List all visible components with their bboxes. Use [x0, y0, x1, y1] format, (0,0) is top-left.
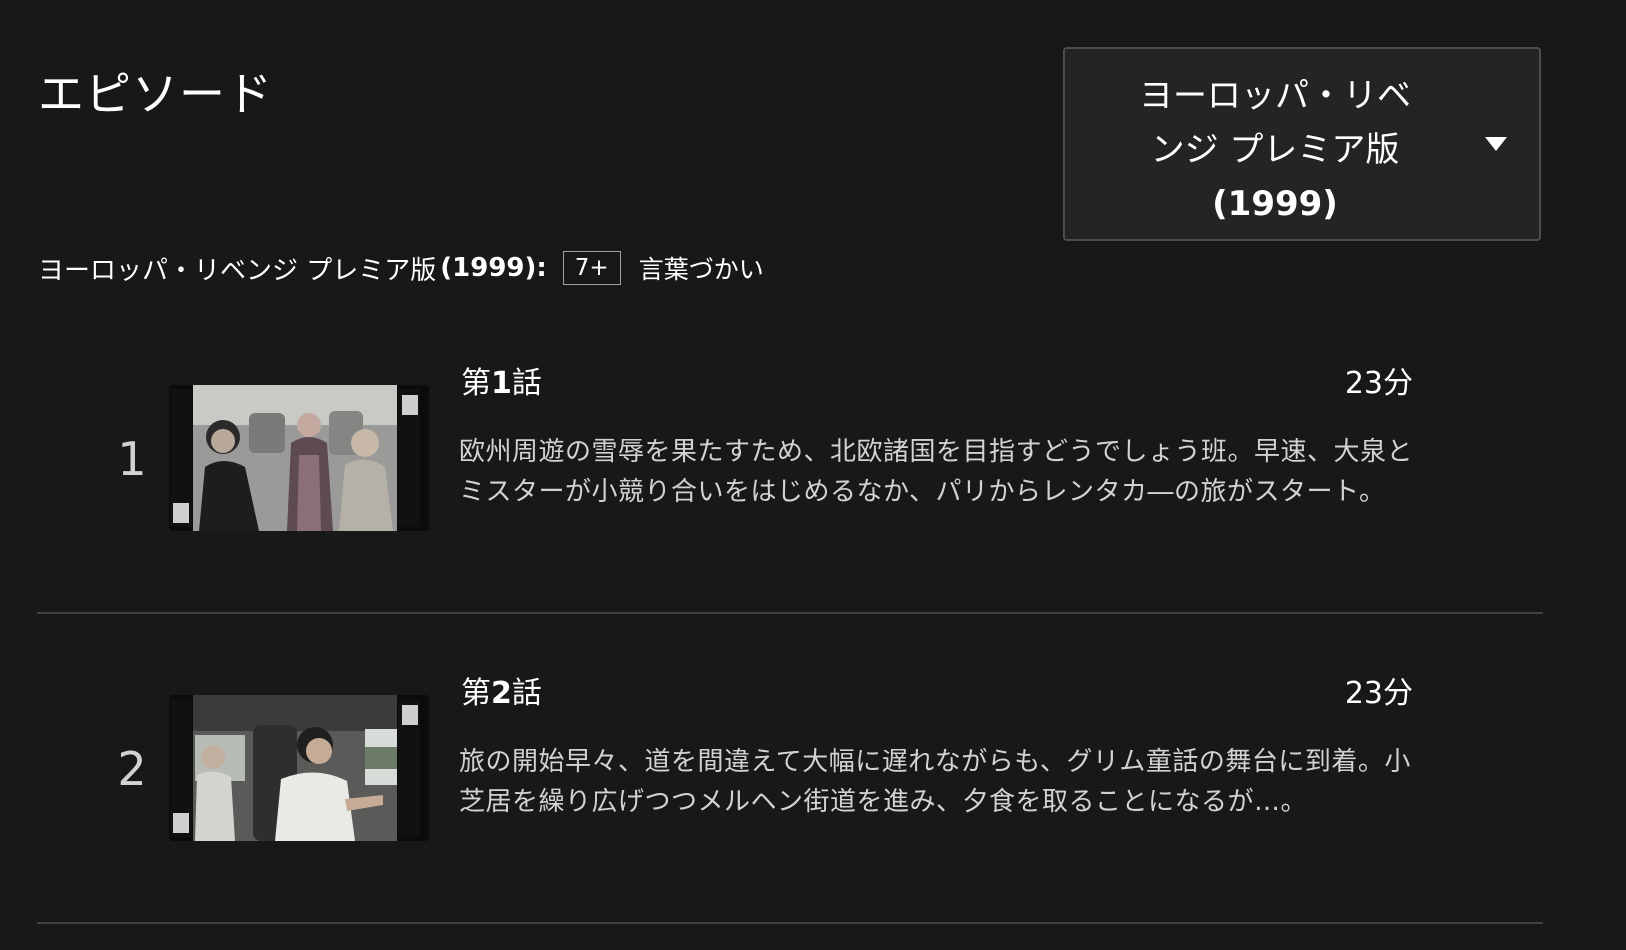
content-descriptor: 言葉づかい — [638, 255, 764, 284]
episode-number: 1 — [117, 432, 147, 486]
series-year: (1999): — [440, 253, 547, 283]
series-name: ヨーロッパ・リベンジ プレミア版 — [38, 255, 437, 286]
episode-title: 第1話 — [461, 358, 542, 402]
episode-row[interactable]: 1 第1話 23分 欧州周遊の雪辱を果たすため、北欧諸国を目指すどうでしょう班。… — [37, 340, 1543, 614]
episode-description: 欧州周遊の雪辱を果たすため、北欧諸国を目指すどうでしょう班。早速、大泉とミスター… — [459, 437, 1414, 507]
episode-title-suffix: 話 — [511, 366, 542, 401]
episode-title-prefix: 第 — [461, 366, 491, 401]
chevron-down-icon — [1485, 137, 1507, 151]
episode-description: 旅の開始早々、道を間違えて大幅に遅れながらも、グリム童話の舞台に到着。小芝居を繰… — [459, 747, 1411, 817]
episode-thumbnail-image — [169, 385, 429, 531]
season-label-line2: ンジ プレミア版 — [1150, 130, 1400, 170]
episode-row[interactable]: 2 第2話 23分 旅の開始早々、道を間違えて大幅に遅れながらも、グリム童話の舞… — [37, 650, 1543, 924]
episode-number: 2 — [117, 742, 147, 796]
episode-duration: 23分 — [1344, 676, 1413, 711]
episode-title-prefix: 第 — [461, 676, 491, 711]
season-dropdown[interactable]: ヨーロッパ・リベ ンジ プレミア版 (1999) — [1063, 47, 1541, 241]
episode-thumbnail[interactable] — [169, 385, 429, 531]
episode-title-number: 1 — [491, 366, 512, 401]
page-title: エピソード — [38, 67, 273, 121]
episode-thumbnail-image — [169, 695, 429, 841]
episode-title: 第2話 — [461, 668, 542, 712]
episode-thumbnail[interactable] — [169, 695, 429, 841]
maturity-badge: 7+ — [562, 251, 621, 285]
episode-title-suffix: 話 — [511, 676, 542, 711]
season-dropdown-label: ヨーロッパ・リベ ンジ プレミア版 (1999) — [1105, 69, 1445, 231]
season-label-year: (1999) — [1212, 184, 1338, 224]
season-label-line1: ヨーロッパ・リベ — [1139, 76, 1411, 116]
maturity-rating-line: ヨーロッパ・リベンジ プレミア版 (1999): 7+ 言葉づかい — [38, 250, 764, 286]
episode-duration: 23分 — [1344, 366, 1413, 401]
episode-title-number: 2 — [491, 676, 512, 711]
